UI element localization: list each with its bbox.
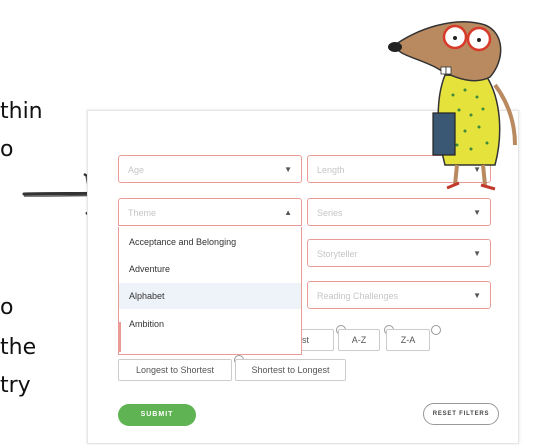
- chevron-down-icon: ▼: [473, 208, 481, 217]
- chevron-down-icon: ▼: [473, 291, 481, 300]
- sort-az-label: A-Z: [351, 335, 367, 345]
- theme-option[interactable]: Adventure: [119, 256, 301, 282]
- chevron-down-icon: ▼: [473, 249, 481, 258]
- age-dropdown[interactable]: Age ▼: [118, 155, 302, 183]
- sort-shortest-to-longest-label: Shortest to Longest: [251, 365, 330, 375]
- series-placeholder: Series: [317, 208, 343, 218]
- theme-option[interactable]: Ambition: [119, 311, 301, 337]
- storyteller-placeholder: Storyteller: [317, 249, 358, 259]
- reading-challenges-placeholder: Reading Challenges: [317, 291, 399, 301]
- series-dropdown[interactable]: Series ▼: [307, 198, 491, 226]
- length-placeholder: Length: [317, 165, 345, 175]
- slide-text-line: try: [0, 373, 31, 398]
- reading-challenges-dropdown[interactable]: Reading Challenges ▼: [307, 281, 491, 309]
- sort-shortest-to-longest-option[interactable]: Shortest to Longest: [235, 359, 346, 381]
- slide-text-line: thin: [0, 99, 43, 124]
- chevron-up-icon: ▲: [284, 208, 292, 217]
- storyteller-dropdown[interactable]: Storyteller ▼: [307, 239, 491, 267]
- slide-text-line: o: [0, 137, 14, 162]
- list-scroll-edge: [118, 322, 121, 352]
- reset-filters-button[interactable]: RESET FILTERS: [423, 403, 499, 425]
- theme-option[interactable]: Acceptance and Belonging: [119, 229, 301, 255]
- sort-longest-to-shortest-option[interactable]: Longest to Shortest: [118, 359, 232, 381]
- sort-za-option[interactable]: Z-A: [386, 329, 430, 351]
- theme-options-list: Acceptance and Belonging Adventure Alpha…: [118, 227, 302, 355]
- slide-text-line: the: [0, 335, 37, 360]
- chevron-down-icon: ▼: [284, 165, 292, 174]
- sort-za-label: Z-A: [400, 335, 416, 345]
- mole-illustration: [388, 21, 517, 191]
- age-placeholder: Age: [128, 165, 145, 175]
- submit-button[interactable]: SUBMIT: [118, 404, 196, 426]
- theme-dropdown[interactable]: Theme ▲: [118, 198, 302, 226]
- slide-text-line: o: [0, 295, 14, 320]
- theme-option[interactable]: Alphabet: [119, 283, 301, 309]
- theme-placeholder: Theme: [128, 208, 157, 218]
- sort-longest-to-shortest-label: Longest to Shortest: [135, 365, 215, 375]
- sort-az-option[interactable]: A-Z: [338, 329, 380, 351]
- radio-circle[interactable]: [431, 325, 441, 335]
